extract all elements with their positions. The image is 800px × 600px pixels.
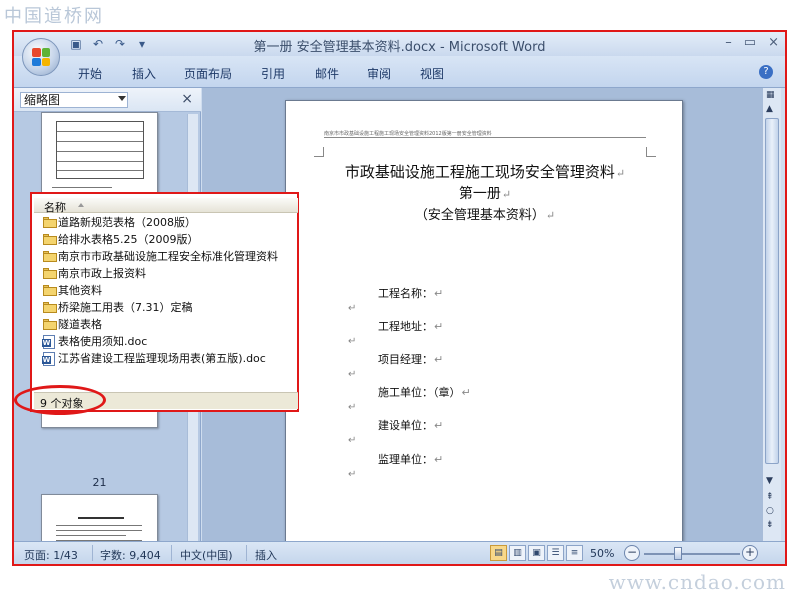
- highlight-circle: [14, 385, 106, 415]
- office-logo-icon: [32, 48, 50, 66]
- field-construction-unit: 施工单位：（章）↵: [378, 386, 471, 399]
- margin-corner: [314, 147, 324, 157]
- list-item[interactable]: 南京市市政基础设施工程安全标准化管理资料: [34, 248, 298, 265]
- next-page-icon[interactable]: ⇟: [766, 520, 774, 530]
- vertical-scroll-thumb[interactable]: [765, 118, 779, 464]
- web-layout-view-icon[interactable]: ▣: [528, 545, 545, 561]
- tab-review[interactable]: 审阅: [367, 65, 391, 82]
- list-item[interactable]: 南京市政上报资料: [34, 265, 298, 282]
- status-insert-mode[interactable]: 插入: [255, 547, 277, 563]
- doc-title-line-3: （安全管理基本资料）↵: [414, 208, 556, 223]
- zoom-in-icon[interactable]: +: [742, 545, 758, 561]
- ruler-toggle-icon[interactable]: ▦: [766, 90, 775, 100]
- print-layout-view-icon[interactable]: ▤: [490, 545, 507, 561]
- zoom-slider-handle[interactable]: [674, 547, 682, 560]
- vertical-scrollbar[interactable]: ▦ ▲ ▼ ⇞ ○ ⇟: [762, 88, 781, 543]
- paragraph-mark: ↵: [348, 435, 357, 446]
- list-item[interactable]: 隧道表格: [34, 316, 298, 333]
- thumbnail-view-select[interactable]: 缩略图: [20, 92, 128, 108]
- window-controls: – ▭ ×: [725, 35, 779, 50]
- paragraph-mark: ↵: [348, 402, 357, 413]
- page-header-text: 南京市市政基础设施工程施工现场安全管理资料2012版第一册安全管理资料: [324, 131, 492, 137]
- status-language[interactable]: 中文(中国): [180, 547, 233, 563]
- name-column-label: 名称: [44, 201, 66, 214]
- thumbnail-page-number: 21: [92, 476, 107, 489]
- field-project-name: 工程名称：↵: [378, 287, 444, 300]
- paragraph-mark: ↵: [348, 369, 357, 380]
- tab-insert[interactable]: 插入: [132, 65, 156, 82]
- tab-references[interactable]: 引用: [261, 65, 285, 82]
- list-item[interactable]: 道路新规范表格（2008版）: [34, 214, 298, 231]
- paragraph-mark: ↵: [348, 469, 357, 480]
- explorer-column-header[interactable]: 名称: [34, 198, 298, 214]
- draft-view-icon[interactable]: ≡: [566, 545, 583, 561]
- zoom-slider[interactable]: [644, 553, 740, 555]
- folder-icon: [43, 285, 57, 296]
- field-owner-unit: 建设单位：↵: [378, 419, 444, 432]
- close-pane-icon[interactable]: ×: [181, 91, 193, 107]
- field-project-manager: 项目经理：↵: [378, 353, 444, 366]
- minimize-button[interactable]: –: [725, 35, 732, 50]
- folder-icon: [43, 302, 57, 313]
- field-supervision-unit: 监理单位：↵: [378, 453, 444, 466]
- select-browse-object-icon[interactable]: ○: [766, 506, 774, 516]
- folder-icon: [43, 217, 57, 228]
- chevron-down-icon[interactable]: [118, 96, 126, 101]
- thumbnail-pane-header: 缩略图 ×: [14, 88, 201, 112]
- doc-title-line-1: 市政基础设施工程施工现场安全管理资料↵: [344, 163, 626, 181]
- title-bar: ▣ ↶ ↷ ▾ 第一册 安全管理基本资料.docx - Microsoft Wo…: [14, 32, 785, 56]
- word-document-icon: W: [42, 335, 55, 349]
- list-item[interactable]: 其他资料: [34, 282, 298, 299]
- sort-ascending-icon: [78, 203, 84, 207]
- tab-page-layout[interactable]: 页面布局: [184, 65, 232, 82]
- tab-view[interactable]: 视图: [420, 65, 444, 82]
- outline-view-icon[interactable]: ☰: [547, 545, 564, 561]
- watermark-top: 中国道桥网: [4, 6, 104, 27]
- header-rule: [324, 137, 646, 138]
- margin-corner: [646, 147, 656, 157]
- full-screen-reading-view-icon[interactable]: ▥: [509, 545, 526, 561]
- previous-page-icon[interactable]: ⇞: [766, 492, 774, 502]
- close-button[interactable]: ×: [768, 35, 779, 50]
- window-title: 第一册 安全管理基本资料.docx - Microsoft Word: [253, 40, 546, 55]
- help-icon[interactable]: ?: [759, 65, 773, 79]
- maximize-button[interactable]: ▭: [744, 35, 756, 50]
- folder-icon: [43, 234, 57, 245]
- document-page[interactable]: 南京市市政基础设施工程施工现场安全管理资料2012版第一册安全管理资料 市政基础…: [285, 100, 683, 543]
- status-bar: 页面: 1/43 字数: 9,404 中文(中国) 插入 ▤ ▥ ▣ ☰ ≡ 5…: [14, 541, 785, 564]
- list-item[interactable]: W 表格使用须知.doc: [34, 333, 298, 350]
- watermark-bottom: www.cndao.com: [608, 570, 786, 594]
- status-word-count[interactable]: 字数: 9,404: [100, 547, 161, 563]
- file-explorer-overlay: 名称 道路新规范表格（2008版） 给排水表格5.25（2009版） 南京市市政…: [30, 192, 299, 412]
- list-item[interactable]: 给排水表格5.25（2009版）: [34, 231, 298, 248]
- status-page[interactable]: 页面: 1/43: [24, 547, 78, 563]
- scroll-down-icon[interactable]: ▼: [766, 476, 773, 486]
- zoom-level[interactable]: 50%: [590, 547, 614, 560]
- list-item[interactable]: 桥梁施工用表（7.31）定稿: [34, 299, 298, 316]
- doc-title-line-2: 第一册↵: [458, 186, 512, 202]
- folder-icon: [43, 268, 57, 279]
- folder-icon: [43, 319, 57, 330]
- word-document-icon: W: [42, 352, 55, 366]
- tab-mailings[interactable]: 邮件: [315, 65, 339, 82]
- paragraph-mark: ↵: [348, 336, 357, 347]
- view-switcher: ▤ ▥ ▣ ☰ ≡: [490, 545, 583, 561]
- folder-icon: [43, 251, 57, 262]
- zoom-out-icon[interactable]: −: [624, 545, 640, 561]
- paragraph-mark: ↵: [348, 303, 357, 314]
- ribbon-tab-bar: 开始 插入 页面布局 引用 邮件 审阅 视图 ?: [14, 56, 785, 88]
- list-item[interactable]: W 江苏省建设工程监理现场用表(第五版).doc: [34, 350, 298, 367]
- explorer-file-list: 道路新规范表格（2008版） 给排水表格5.25（2009版） 南京市市政基础设…: [34, 214, 298, 367]
- office-button[interactable]: [22, 38, 60, 76]
- tab-home[interactable]: 开始: [78, 65, 102, 82]
- scroll-up-icon[interactable]: ▲: [766, 104, 773, 114]
- field-project-address: 工程地址：↵: [378, 320, 444, 333]
